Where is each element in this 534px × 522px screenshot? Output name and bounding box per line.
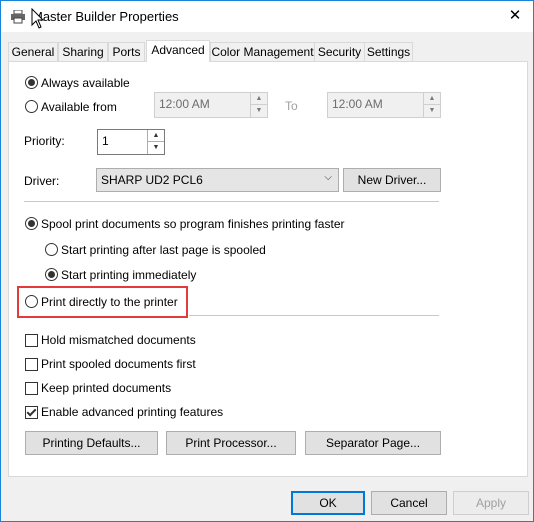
start-after-last-page-radio[interactable] xyxy=(45,243,58,256)
available-from-radio[interactable] xyxy=(25,100,38,113)
up-arrow-icon[interactable]: ▲ xyxy=(148,130,164,142)
tab-color-management[interactable]: Color Management xyxy=(210,42,315,61)
new-driver-button[interactable]: New Driver... xyxy=(343,168,441,192)
apply-button[interactable]: Apply xyxy=(453,491,529,515)
tab-sharing[interactable]: Sharing xyxy=(58,42,108,61)
tab-advanced[interactable]: Advanced xyxy=(146,40,210,62)
cancel-button[interactable]: Cancel xyxy=(371,491,447,515)
tab-settings[interactable]: Settings xyxy=(364,42,413,61)
divider xyxy=(189,315,439,316)
from-time-stepper[interactable]: ▲ ▼ xyxy=(250,93,267,117)
up-arrow-icon[interactable]: ▲ xyxy=(251,93,267,105)
always-available-label: Always available xyxy=(41,76,130,90)
close-icon[interactable]: ✕ xyxy=(505,6,525,26)
from-time-value: 12:00 AM xyxy=(159,97,210,111)
mouse-cursor-icon xyxy=(31,8,45,29)
priority-label: Priority: xyxy=(24,134,65,148)
tab-general[interactable]: General xyxy=(8,42,58,61)
driver-label: Driver: xyxy=(24,174,60,188)
start-after-last-page-label: Start printing after last page is spoole… xyxy=(61,243,266,257)
advanced-features-checkbox[interactable] xyxy=(25,406,38,419)
hold-mismatched-checkbox[interactable] xyxy=(25,334,38,347)
down-arrow-icon[interactable]: ▼ xyxy=(251,105,267,116)
keep-printed-label: Keep printed documents xyxy=(41,381,172,395)
driver-select[interactable]: SHARP UD2 PCL6 ⌵ xyxy=(96,168,339,192)
title-bar: Master Builder Properties ✕ xyxy=(1,1,533,32)
divider xyxy=(24,201,439,202)
available-from-label: Available from xyxy=(41,100,117,114)
print-processor-button[interactable]: Print Processor... xyxy=(166,431,296,455)
always-available-radio[interactable] xyxy=(25,76,38,89)
available-to-time[interactable]: 12:00 AM ▲ ▼ xyxy=(327,92,441,118)
print-directly-radio[interactable] xyxy=(25,295,38,308)
spooled-first-checkbox[interactable] xyxy=(25,358,38,371)
available-from-time[interactable]: 12:00 AM ▲ ▼ xyxy=(154,92,268,118)
tab-security[interactable]: Security xyxy=(314,42,365,61)
spooled-first-label: Print spooled documents first xyxy=(41,357,196,371)
driver-value: SHARP UD2 PCL6 xyxy=(101,173,203,187)
to-time-stepper[interactable]: ▲ ▼ xyxy=(423,93,440,117)
printer-icon xyxy=(11,10,25,24)
advanced-panel: Always available Available from 12:00 AM… xyxy=(8,61,528,477)
properties-dialog: Master Builder Properties ✕ General Shar… xyxy=(0,0,534,522)
priority-stepper-buttons[interactable]: ▲ ▼ xyxy=(147,130,164,154)
keep-printed-checkbox[interactable] xyxy=(25,382,38,395)
ok-button[interactable]: OK xyxy=(291,491,365,515)
down-arrow-icon[interactable]: ▼ xyxy=(148,142,164,153)
separator-page-button[interactable]: Separator Page... xyxy=(305,431,441,455)
chevron-down-icon: ⌵ xyxy=(324,172,332,183)
priority-value: 1 xyxy=(102,134,109,148)
up-arrow-icon[interactable]: ▲ xyxy=(424,93,440,105)
start-immediately-radio[interactable] xyxy=(45,268,58,281)
spool-radio[interactable] xyxy=(25,217,38,230)
tab-ports[interactable]: Ports xyxy=(108,42,145,61)
printing-defaults-button[interactable]: Printing Defaults... xyxy=(25,431,158,455)
hold-mismatched-label: Hold mismatched documents xyxy=(41,333,196,347)
to-time-value: 12:00 AM xyxy=(332,97,383,111)
spool-label: Spool print documents so program finishe… xyxy=(41,217,345,231)
down-arrow-icon[interactable]: ▼ xyxy=(424,105,440,116)
print-directly-label: Print directly to the printer xyxy=(41,295,178,309)
to-label: To xyxy=(285,99,298,113)
start-immediately-label: Start printing immediately xyxy=(61,268,197,282)
window-title: Master Builder Properties xyxy=(32,9,179,24)
priority-stepper[interactable]: 1 ▲ ▼ xyxy=(97,129,165,155)
advanced-features-label: Enable advanced printing features xyxy=(41,405,224,419)
